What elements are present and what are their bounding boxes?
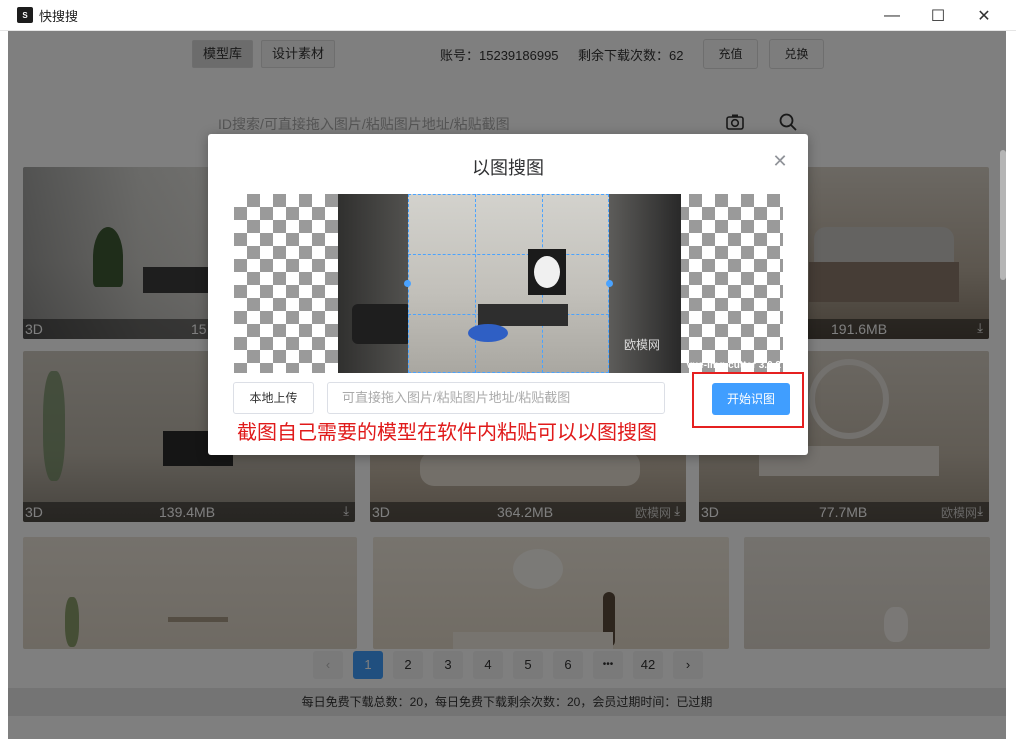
minimize-button[interactable]: — [869,0,915,31]
annotation-text: 截图自己需要的模型在软件内粘贴可以以图搜图 [237,422,657,444]
start-recognition-button[interactable]: 开始识图 [712,383,790,415]
image-url-input[interactable]: 可直接拖入图片/粘贴图片地址/粘贴截图 [327,382,665,414]
maximize-button[interactable]: ☐ [915,0,961,31]
cropper-watermark: 欧模网 [624,338,661,352]
image-cropper[interactable]: 欧模网 vue-img-cutter 3.0.2 [234,194,783,373]
cropper-version-tag: vue-img-cutter 3.0.2 [686,360,781,371]
app-logo: S [17,7,33,23]
dialog-title: 以图搜图 [472,158,544,178]
title-bar: S 快搜搜 — ☐ ✕ [0,0,1016,31]
window-title: 快搜搜 [39,8,79,24]
image-search-dialog: 以图搜图 ✕ 欧模网 vue-img-cutter 3.0.2 本地上传 可直接… [208,134,808,455]
crop-area[interactable] [404,194,613,373]
local-upload-button[interactable]: 本地上传 [233,382,314,414]
scrollbar[interactable] [1000,150,1006,280]
close-window-button[interactable]: ✕ [961,0,1007,31]
close-icon[interactable]: ✕ [772,152,788,170]
